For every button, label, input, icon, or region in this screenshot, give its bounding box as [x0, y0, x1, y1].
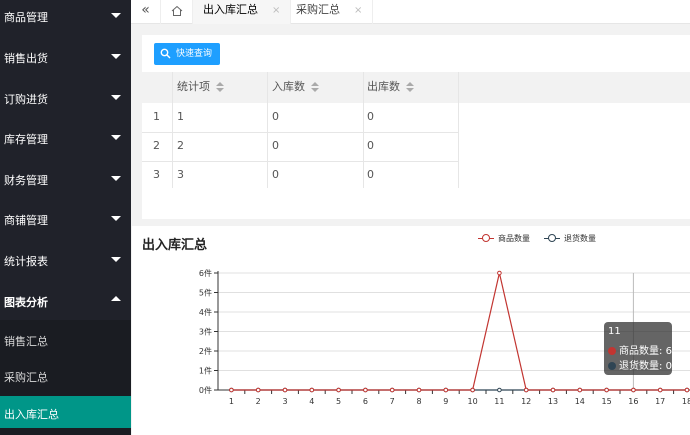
data-point [657, 387, 663, 393]
tooltip-value: 0 [665, 361, 672, 372]
x-tick-label: 17 [655, 397, 665, 406]
data-point [336, 387, 341, 393]
data-point [255, 387, 261, 393]
x-tick-label: 1 [229, 397, 234, 406]
data-point [550, 387, 556, 393]
data-point [497, 387, 502, 393]
tooltip-title: 11 [608, 326, 621, 337]
x-tick-label: 18 [682, 397, 690, 406]
tooltip-row: 商品数量: 6 [608, 342, 672, 357]
y-tick-label: 2件 [199, 346, 212, 356]
x-tick-label: 6 [363, 397, 368, 406]
data-point [389, 387, 395, 393]
x-tick-label: 8 [416, 397, 421, 406]
y-tick-label: 5件 [199, 288, 212, 298]
data-point [577, 387, 583, 393]
x-tick-label: 2 [256, 397, 261, 406]
data-point [416, 387, 422, 393]
x-tick-label: 13 [548, 397, 558, 406]
x-tick-label: 9 [443, 397, 448, 406]
data-point [229, 387, 234, 393]
y-tick-label: 1件 [199, 366, 212, 376]
data-point [443, 387, 449, 393]
y-tick-label: 3件 [199, 327, 212, 337]
x-tick-label: 11 [494, 397, 504, 406]
data-point [363, 387, 368, 393]
x-tick-label: 16 [628, 397, 638, 406]
x-tick-label: 15 [602, 397, 612, 406]
data-point [684, 387, 690, 393]
data-point [282, 387, 288, 393]
x-tick-label: 10 [468, 397, 478, 406]
tooltip-marker [608, 347, 616, 355]
x-tick-label: 4 [309, 397, 314, 406]
y-tick-label: 0件 [199, 385, 212, 395]
x-tick-label: 3 [282, 397, 287, 406]
tooltip-value: 6 [665, 346, 672, 357]
x-tick-label: 5 [336, 397, 341, 406]
tooltip-row: 退货数量: 0 [608, 357, 672, 372]
x-tick-label: 7 [390, 397, 395, 406]
y-tick-label: 6件 [199, 268, 212, 278]
y-tick-label: 4件 [199, 307, 212, 317]
x-tick-label: 12 [521, 397, 531, 406]
data-point [309, 387, 315, 393]
x-tick-label: 14 [575, 397, 585, 406]
data-point [497, 270, 502, 276]
tooltip-series-name: 商品数量 [619, 346, 659, 357]
data-point [631, 387, 636, 393]
chart-tooltip: 11 商品数量: 6 退货数量: 0 [604, 322, 672, 375]
data-point [604, 387, 609, 393]
tooltip-marker [608, 362, 616, 370]
tooltip-series-name: 退货数量 [619, 361, 659, 372]
data-point [523, 387, 529, 393]
data-point [470, 387, 475, 393]
line-chart[interactable]: 0件1件2件3件4件5件6件1 2 3 4 5 6 7 8 9 10 11 12 13 14 15 16 17 1… [0, 0, 690, 435]
